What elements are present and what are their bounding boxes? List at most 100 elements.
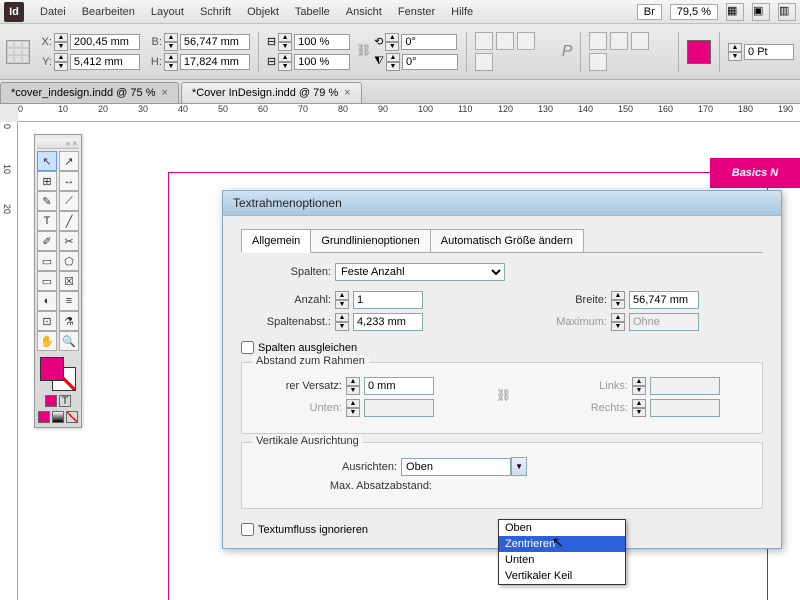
basics-label-box[interactable]: Basics N <box>710 158 800 188</box>
app-logo-icon: Id <box>4 2 24 22</box>
panel-grip[interactable]: « × <box>37 139 79 149</box>
links-field <box>650 377 720 395</box>
tab-cover-1[interactable]: *cover_indesign.indd @ 75 %× <box>0 82 179 103</box>
tool-button[interactable]: ⚗ <box>59 311 79 331</box>
tool-button[interactable]: ⊞ <box>37 171 57 191</box>
view-options-icon[interactable]: ▦ <box>726 3 744 21</box>
ruler-tick: 20 <box>2 204 12 214</box>
spalten-ausgleichen-check[interactable] <box>241 341 254 354</box>
rotate-90-ccw-icon[interactable] <box>496 32 514 50</box>
menu-tabelle[interactable]: Tabelle <box>287 6 338 18</box>
tab-allgemein[interactable]: Allgemein <box>241 229 311 253</box>
tool-button[interactable]: ✐ <box>37 231 57 251</box>
shear-icon: ⧨ <box>374 55 384 68</box>
y-up[interactable]: ▲ <box>54 53 68 62</box>
h-field[interactable] <box>180 54 250 70</box>
chevron-down-icon[interactable]: ▼ <box>511 457 527 476</box>
tool-button[interactable]: ⬠ <box>59 251 79 271</box>
format-text-icon[interactable]: T <box>59 395 71 407</box>
tool-button[interactable]: ⊡ <box>37 311 57 331</box>
y-field[interactable] <box>70 54 140 70</box>
vertikale-legend: Vertikale Ausrichtung <box>252 435 363 447</box>
tool-button[interactable]: ╱ <box>59 211 79 231</box>
screen-mode-icon[interactable]: ▣ <box>752 3 770 21</box>
rotate-icon: ⟲ <box>374 35 383 48</box>
arrange-icon[interactable]: ▥ <box>778 3 796 21</box>
close-icon[interactable]: × <box>161 87 167 99</box>
stroke-weight-field[interactable] <box>744 44 794 60</box>
close-icon[interactable]: × <box>344 87 350 99</box>
apply-color-icon[interactable] <box>38 411 50 423</box>
menu-fenster[interactable]: Fenster <box>390 6 443 18</box>
rotate-field[interactable] <box>401 34 457 50</box>
tool-button[interactable]: ▭ <box>37 251 57 271</box>
tool-button[interactable]: ↗ <box>59 151 79 171</box>
ruler-tick: 0 <box>18 104 23 114</box>
format-container-icon[interactable] <box>45 395 57 407</box>
fill-color-swatch[interactable] <box>40 357 64 381</box>
tab-cover-2[interactable]: *Cover InDesign.indd @ 79 %× <box>181 82 362 103</box>
tool-button[interactable]: ✋ <box>37 331 57 351</box>
fill-swatch[interactable] <box>687 40 711 64</box>
link-scale-icon[interactable]: ⛓ <box>356 43 368 61</box>
option-oben[interactable]: Oben <box>499 520 625 536</box>
tool-button[interactable]: ◐ <box>37 291 57 311</box>
ausrichten-combo[interactable]: Oben ▼ <box>401 457 527 476</box>
spaltenabst-field[interactable] <box>353 313 423 331</box>
ruler-tick: 50 <box>218 104 228 114</box>
dialog-title[interactable]: Textrahmenoptionen <box>223 191 781 216</box>
arrange-front-icon[interactable] <box>589 32 607 50</box>
tool-button[interactable]: ☒ <box>59 271 79 291</box>
tool-button[interactable]: ✂ <box>59 231 79 251</box>
abstand-legend: Abstand zum Rahmen <box>252 355 369 367</box>
breite-field[interactable] <box>629 291 699 309</box>
tool-button[interactable]: 🔍 <box>59 331 79 351</box>
tool-button[interactable]: ▭ <box>37 271 57 291</box>
tool-button[interactable]: ↔ <box>59 171 79 191</box>
tool-button[interactable]: ↖ <box>37 151 57 171</box>
versatz-field[interactable] <box>364 377 434 395</box>
arrange-back-icon[interactable] <box>610 32 628 50</box>
anzahl-field[interactable] <box>353 291 423 309</box>
reference-point-grid[interactable] <box>6 40 30 64</box>
scale-y-field[interactable] <box>294 54 350 70</box>
w-field[interactable] <box>180 34 250 50</box>
select-content-icon[interactable] <box>589 53 607 71</box>
tool-button[interactable]: ⟋ <box>59 191 79 211</box>
workspace-switch[interactable]: Br <box>637 4 662 20</box>
textumfluss-check[interactable] <box>241 523 254 536</box>
x-field[interactable] <box>70 34 140 50</box>
menu-objekt[interactable]: Objekt <box>239 6 287 18</box>
apply-gradient-icon[interactable] <box>52 411 64 423</box>
shear-field[interactable] <box>402 54 458 70</box>
p-indicator: P <box>562 43 573 61</box>
y-down[interactable]: ▼ <box>54 62 68 71</box>
option-unten[interactable]: Unten <box>499 552 625 568</box>
menu-hilfe[interactable]: Hilfe <box>443 6 481 18</box>
menu-layout[interactable]: Layout <box>143 6 192 18</box>
ruler-tick: 170 <box>698 104 713 114</box>
menu-schrift[interactable]: Schrift <box>192 6 239 18</box>
tool-button[interactable]: T <box>37 211 57 231</box>
menu-ansicht[interactable]: Ansicht <box>338 6 390 18</box>
spalten-select[interactable]: Feste Anzahl <box>335 263 505 281</box>
option-vertikaler-keil[interactable]: Vertikaler Keil <box>499 568 625 584</box>
select-container-icon[interactable] <box>631 32 649 50</box>
flip-v-icon[interactable] <box>475 53 493 71</box>
link-inset-icon[interactable]: ⛓ <box>496 388 508 406</box>
x-up[interactable]: ▲ <box>54 33 68 42</box>
tool-button[interactable]: ≡ <box>59 291 79 311</box>
tab-grundlinien[interactable]: Grundlinienoptionen <box>310 229 430 253</box>
tab-auto-size[interactable]: Automatisch Größe ändern <box>430 229 584 253</box>
option-zentrieren[interactable]: Zentrieren <box>499 536 625 552</box>
menu-datei[interactable]: Datei <box>32 6 74 18</box>
fill-stroke-swatches[interactable] <box>38 357 78 391</box>
scale-x-field[interactable] <box>294 34 350 50</box>
tool-button[interactable]: ✎ <box>37 191 57 211</box>
apply-none-icon[interactable] <box>66 411 78 423</box>
rotate-90-cw-icon[interactable] <box>475 32 493 50</box>
menu-bearbeiten[interactable]: Bearbeiten <box>74 6 143 18</box>
x-down[interactable]: ▼ <box>54 42 68 51</box>
flip-h-icon[interactable] <box>517 32 535 50</box>
zoom-level[interactable]: 79,5 % <box>670 4 718 20</box>
